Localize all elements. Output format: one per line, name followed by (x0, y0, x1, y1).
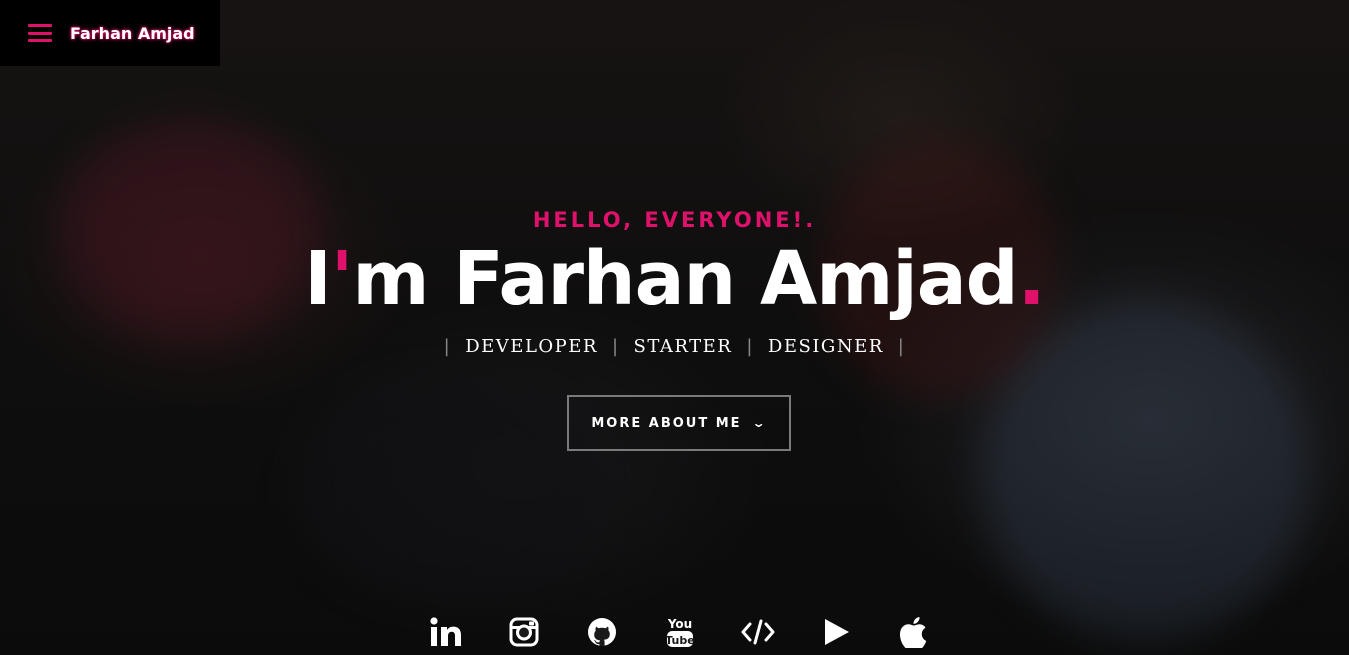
play-store-icon[interactable] (816, 612, 856, 652)
more-about-me-button[interactable]: MORE ABOUT ME ⌄ (566, 395, 791, 451)
hero-section: Farhan Amjad HELLO, EVERYONE!. I'm Farha… (0, 0, 1349, 655)
hero-content: HELLO, EVERYONE!. I'm Farhan Amjad. | DE… (0, 208, 1349, 451)
chevron-down-icon: ⌄ (751, 416, 769, 430)
hamburger-menu-icon[interactable] (28, 24, 52, 42)
instagram-icon[interactable] (504, 612, 544, 652)
headline-dot: . (1017, 236, 1046, 322)
apple-icon[interactable] (894, 612, 934, 652)
role-item-starter: STARTER (633, 336, 733, 357)
roles-list: | DEVELOPER | STARTER | DESIGNER | (0, 336, 1349, 357)
headline-name: m Farhan Amjad (352, 236, 1018, 322)
code-icon[interactable] (738, 612, 778, 652)
svg-text:Tube: Tube (665, 634, 694, 647)
role-separator: | (746, 336, 754, 357)
more-about-me-label: MORE ABOUT ME (591, 415, 742, 431)
github-icon[interactable] (582, 612, 622, 652)
headline-prefix: I (304, 236, 332, 322)
role-separator: | (897, 336, 906, 357)
page-title: I'm Farhan Amjad. (0, 238, 1349, 320)
role-item-developer: DEVELOPER (465, 336, 598, 357)
role-separator: | (611, 336, 620, 357)
role-item-designer: DESIGNER (767, 336, 884, 357)
role-separator: | (443, 336, 452, 357)
greeting-text: HELLO, EVERYONE!. (532, 208, 817, 232)
svg-text:You: You (666, 617, 691, 631)
headline-apostrophe: ' (330, 236, 354, 322)
youtube-icon[interactable]: You Tube (660, 612, 700, 652)
brand-name[interactable]: Farhan Amjad (70, 24, 195, 43)
top-menu-bar: Farhan Amjad (0, 0, 220, 66)
linkedin-icon[interactable] (426, 612, 466, 652)
social-links: You Tube (0, 612, 1349, 652)
